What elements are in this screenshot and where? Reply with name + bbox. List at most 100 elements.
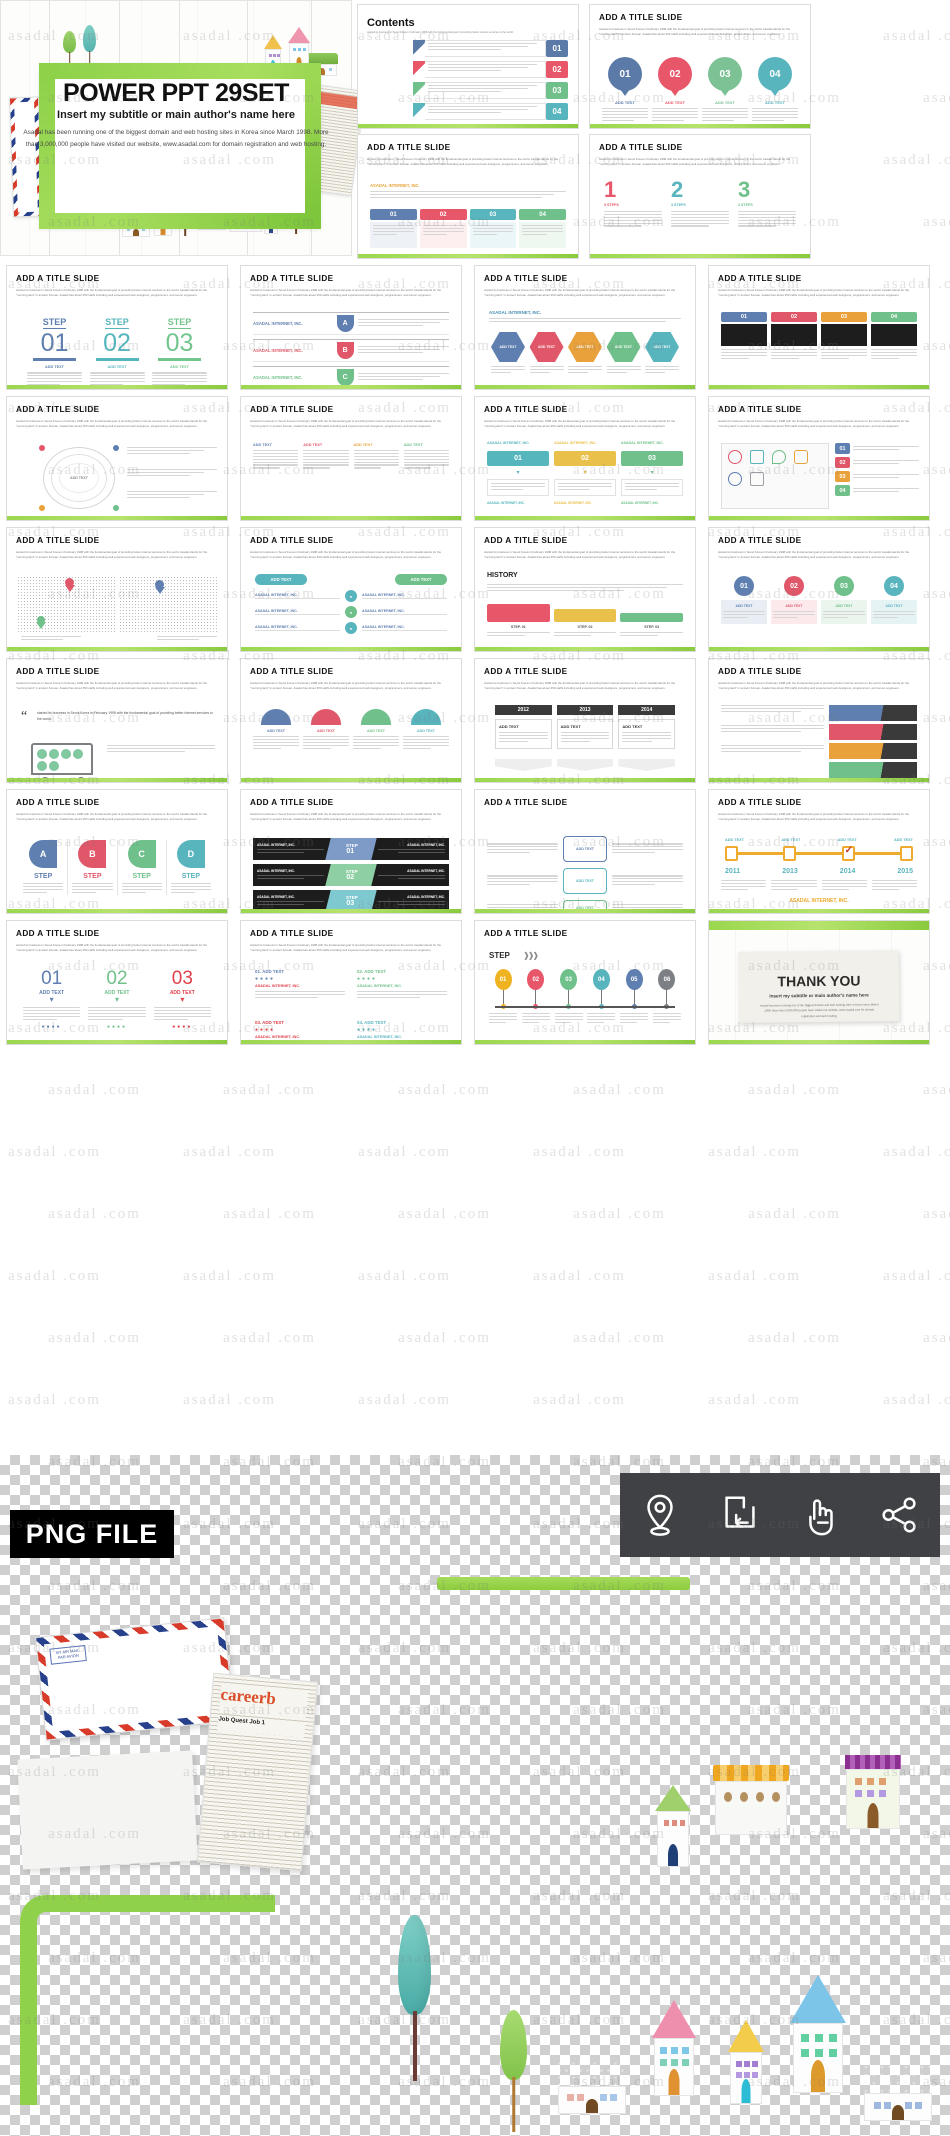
slide-title: ADD A TITLE SLIDE bbox=[484, 536, 568, 545]
hexagon-label: ADD TEXT bbox=[645, 332, 679, 362]
timeline-year: 2011 bbox=[725, 868, 741, 875]
numbered-list: 01 02 03 04 bbox=[835, 443, 919, 496]
region-map bbox=[119, 576, 219, 632]
slide-thumbnail[interactable]: ADD A TITLE SLIDE started its business i… bbox=[6, 265, 228, 390]
num-badge: 03 bbox=[821, 312, 867, 322]
house-decoration bbox=[288, 27, 310, 67]
watermark-text: asadal .com bbox=[883, 28, 950, 44]
brand-label: ASADAL INTERNET, INC. bbox=[255, 593, 340, 599]
slide-thumbnail[interactable]: ADD A TITLE SLIDE started its business i… bbox=[240, 396, 462, 521]
history-steps: STEP. 01 STEP. 02 STEP. 03 bbox=[487, 604, 684, 629]
slide-thumbnail[interactable]: ADD A TITLE SLIDE started its business i… bbox=[474, 658, 696, 783]
house-asset bbox=[655, 1785, 691, 1867]
chevron-right-icon: ❱❱❱ bbox=[523, 951, 539, 960]
letter-badge: C bbox=[336, 369, 354, 386]
brand-label: ASADAL INTERNET, INC. bbox=[255, 625, 340, 631]
quad-heading: 04. ADD TEXT bbox=[357, 1019, 387, 1025]
slide-title: ADD A TITLE SLIDE bbox=[16, 274, 100, 283]
step-label: STEP bbox=[489, 951, 510, 960]
card-label: ADD TEXT bbox=[785, 604, 803, 608]
watermark-text: asadal .com bbox=[923, 214, 950, 230]
watermark-text: asadal .com bbox=[398, 1206, 491, 1222]
slide-thumbnail[interactable]: ADD A TITLE SLIDE started its business i… bbox=[708, 527, 930, 652]
pipeline-rows: ASADAL INTERNET, INC. ● ASADAL INTERNET,… bbox=[255, 590, 447, 634]
center-label: ADD TEXT bbox=[59, 463, 99, 493]
four-col-text: ADD TEXT ADD TEXT ADD TEXT ADD TEXT bbox=[253, 443, 449, 470]
icon-preview-bar bbox=[620, 1473, 940, 1557]
slide-thumbnail[interactable]: ADD A TITLE SLIDE started its business i… bbox=[589, 134, 811, 259]
slide-thumbnail[interactable]: ADD A TITLE SLIDE started its business i… bbox=[708, 658, 930, 783]
watermark-text: asadal .com bbox=[748, 1082, 841, 1098]
slide-thumbnail[interactable]: ADD A TITLE SLIDE started its business i… bbox=[6, 658, 228, 783]
slide-thumbnail[interactable]: ADD A TITLE SLIDE started its business i… bbox=[240, 789, 462, 914]
table-body-row bbox=[370, 222, 566, 248]
col-label: ADD TEXT bbox=[303, 443, 323, 447]
slide-thumbnail[interactable]: ADD A TITLE SLIDE started its business i… bbox=[240, 920, 462, 1045]
clock-icon bbox=[728, 472, 742, 486]
slide-thumbnail[interactable]: ADD A TITLE SLIDE started its business i… bbox=[589, 4, 811, 129]
slide-thumbnail[interactable]: ADD A TITLE SLIDE STEP ❱❱❱ 01 02 03 04 0… bbox=[474, 920, 696, 1045]
slide-thumbnail[interactable]: ADD A TITLE SLIDE started its business i… bbox=[708, 789, 930, 914]
slide-thumbnail[interactable]: ADD A TITLE SLIDE started its business i… bbox=[474, 396, 696, 521]
watermark-text: asadal .com bbox=[923, 1082, 950, 1098]
slide-title: ADD A TITLE SLIDE bbox=[367, 143, 451, 152]
timeline-label: ADD TEXT bbox=[837, 838, 857, 842]
card-label: ADD TEXT bbox=[735, 604, 753, 608]
watermark-text: asadal .com bbox=[183, 1268, 276, 1284]
thankyou-body: Asadal has been running one of the bigge… bbox=[759, 1002, 879, 1018]
contents-number: 02 bbox=[546, 61, 568, 78]
house-asset bbox=[862, 2063, 934, 2121]
slide-title: ADD A TITLE SLIDE bbox=[718, 667, 802, 676]
brand-label: ASADAL INTERNET, INC. bbox=[789, 898, 849, 904]
slide-thumbnail[interactable]: ADD A TITLE SLIDE started its business i… bbox=[708, 265, 930, 390]
step-caption: ADD TEXT bbox=[170, 365, 189, 370]
brand-label: ASADAL INTERNET, INC. bbox=[362, 625, 447, 631]
step-number: 02 bbox=[346, 874, 355, 881]
slide-thumbnail[interactable]: THANK YOU Insert my subtitle or main aut… bbox=[708, 920, 930, 1045]
quad-heading: 01. ADD TEXT bbox=[255, 969, 285, 974]
slide-thumbnail[interactable]: ADD A TITLE SLIDE started its business i… bbox=[6, 920, 228, 1045]
slide-lead: started its business in Seoul Korea in F… bbox=[250, 943, 442, 953]
steps-label: 3 STEPS bbox=[738, 203, 753, 207]
letter-badge: D bbox=[176, 840, 205, 868]
slide-thumbnail[interactable]: ADD A TITLE SLIDE ADD TEXT ADD TEXT ADD … bbox=[474, 789, 696, 914]
brand-label: ASADAL INTERNET, INC. bbox=[257, 895, 295, 900]
history-step-label: STEP. 01 bbox=[510, 625, 526, 629]
slide-lead: started its business in Seoul Korea in F… bbox=[250, 288, 442, 298]
slide-thumbnail[interactable]: Contents started its business in Seoul K… bbox=[357, 4, 579, 129]
chevron-down-icon: ▾ bbox=[114, 995, 119, 1004]
contents-number: 03 bbox=[546, 82, 568, 99]
slide-lead: started its business in Seoul Korea in F… bbox=[16, 288, 208, 298]
card-number: 03 bbox=[834, 576, 854, 596]
watermark-text: asadal .com bbox=[398, 1330, 491, 1346]
slide-thumbnail[interactable]: ADD A TITLE SLIDE started its business i… bbox=[240, 527, 462, 652]
letter-badge: A bbox=[336, 315, 354, 332]
chevron-down-icon: ▾ bbox=[180, 995, 185, 1004]
slide-thumbnail[interactable]: ADD A TITLE SLIDE started its business i… bbox=[6, 396, 228, 521]
slide-thumbnail[interactable]: ADD A TITLE SLIDE started its business i… bbox=[6, 789, 228, 914]
watermark-text: asadal .com bbox=[48, 1206, 141, 1222]
watermark-text: asadal .com bbox=[573, 1330, 666, 1346]
big-number: 2 bbox=[671, 177, 684, 202]
watermark-text: asadal .com bbox=[923, 90, 950, 106]
table-header-row: 01 02 03 04 bbox=[370, 209, 566, 220]
contents-list: 01 02 03 04 05 bbox=[413, 40, 568, 128]
slide-title: ADD A TITLE SLIDE bbox=[718, 798, 802, 807]
slide-thumbnail[interactable]: ADD A TITLE SLIDE started its business i… bbox=[474, 527, 696, 652]
slide-thumbnail[interactable]: ADD A TITLE SLIDE started its business i… bbox=[357, 134, 579, 259]
pin-label: ADD TEXT bbox=[715, 100, 735, 105]
slide-thumbnail[interactable]: ADD A TITLE SLIDE started its business i… bbox=[6, 527, 228, 652]
slide-thumbnail[interactable]: ADD A TITLE SLIDE started its business i… bbox=[240, 658, 462, 783]
slide-thumbnail[interactable]: ADD A TITLE SLIDE started its business i… bbox=[240, 265, 462, 390]
newspaper-headline: Job Quest Job 1 bbox=[217, 1716, 306, 1738]
slide-thumbnail[interactable]: ADD A TITLE SLIDE started its business i… bbox=[708, 396, 930, 521]
slide-thumbnail[interactable]: ADD A TITLE SLIDE started its business i… bbox=[474, 265, 696, 390]
timeline-label: ADD TEXT bbox=[725, 838, 744, 842]
brand-label: ASADAL INTERNET, INC. bbox=[487, 441, 530, 445]
pin-label: ADD TEXT bbox=[765, 100, 785, 105]
num-badge: 01 bbox=[721, 312, 767, 322]
halfcircle-label: ADD TEXT bbox=[267, 729, 285, 733]
year-header-row: 2012 2013 2014 bbox=[495, 705, 676, 715]
list-number: 02 bbox=[835, 457, 850, 468]
slide-lead: started its business in Seoul Korea in F… bbox=[484, 288, 676, 298]
